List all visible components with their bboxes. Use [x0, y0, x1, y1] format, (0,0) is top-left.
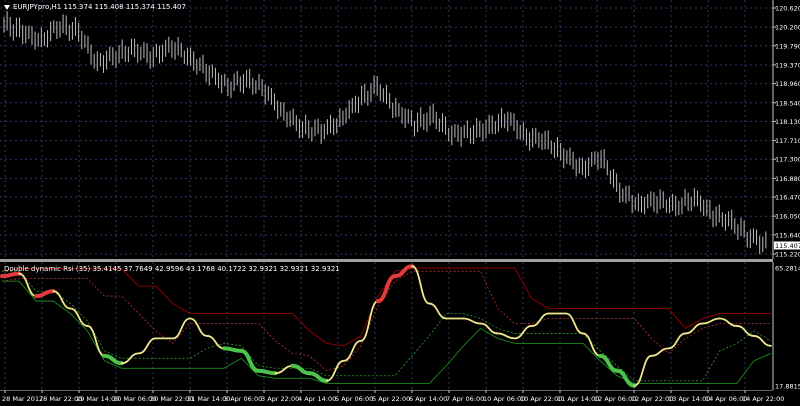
indicator-name: Double dynamic Rsi (35)	[4, 265, 91, 273]
price-tick-label: 118.540	[775, 99, 800, 107]
indicator-line-segment	[307, 371, 329, 383]
indicator-value: 32.9321	[279, 265, 309, 273]
price-chart-canvas[interactable]: 120.620 120.200 119.790 119.370 118.960 118.5…	[0, 0, 800, 259]
indicator-line-segment	[189, 317, 208, 337]
indicator-line-segment	[393, 264, 415, 279]
indicator-line-segment	[753, 335, 772, 347]
indicator-line-segment	[86, 325, 106, 357]
time-axis-label: 6 Apr 14:00	[409, 395, 447, 403]
indicator-band-line	[2, 280, 772, 384]
indicator-line-segment	[462, 317, 482, 325]
indicator-line-segment	[52, 290, 72, 310]
indicator-tick-label: 65.2814	[775, 265, 800, 273]
indicator-value: 40.1722	[217, 265, 247, 273]
indicator-line-segment	[530, 312, 550, 327]
price-tick-label: 116.880	[775, 175, 800, 183]
ohlc-high: 115.408	[94, 3, 124, 11]
price-tick-label: 120.200	[775, 24, 800, 32]
indicator-line-segment	[667, 332, 687, 350]
indicator-line-segment	[684, 322, 704, 335]
time-axis-label: 4 Apr 14:00	[298, 395, 336, 403]
price-tick-label: 116.050	[775, 213, 800, 221]
price-chart[interactable]: 120.620 120.200 119.790 119.370 118.960 118.5…	[0, 0, 800, 259]
ohlc-open: 115.374	[63, 3, 93, 11]
indicator-value: 43.1768	[186, 265, 215, 273]
indicator-chart-canvas[interactable]: 65.2814 17.8815	[0, 262, 800, 391]
indicator-value: 32.9321	[310, 265, 340, 273]
indicator-line-segment	[171, 317, 191, 340]
indicator-value: 42.9596	[154, 265, 184, 273]
indicator-value: 35.4145	[92, 265, 122, 273]
indicator-line-segment	[34, 289, 56, 299]
ohlc-low: 115.374	[125, 3, 155, 11]
price-tick-label: 115.220	[775, 251, 800, 259]
indicator-line-segment	[428, 302, 448, 320]
time-axis-label: 28 Mar 2017	[2, 395, 43, 403]
time-axis-label: 14 Apr 22:00	[742, 395, 784, 403]
indicator-line-segment	[615, 368, 637, 388]
indicator-line-segment	[0, 271, 22, 279]
indicator-chart[interactable]: 65.2814 17.8815 Double dynamic Rsi (35) 3…	[0, 262, 800, 391]
price-tick-label: 117.300	[775, 156, 800, 164]
price-tick-label: 118.960	[775, 80, 800, 88]
price-tick-label: 119.790	[775, 42, 800, 50]
indicator-value: 37.7649	[123, 265, 153, 273]
price-tick-label: 120.620	[775, 5, 800, 13]
indicator-value: 32.9321	[248, 265, 278, 273]
indicator-line-segment	[206, 335, 226, 350]
dropdown-triangle-icon[interactable]	[4, 4, 10, 10]
indicator-line-segment	[701, 317, 721, 325]
indicator-line-segment	[137, 337, 157, 355]
indicator-line-segment	[256, 368, 278, 376]
indicator-line-segment	[222, 346, 244, 353]
indicator-line-segment	[274, 364, 294, 375]
price-tick-label: 119.370	[775, 61, 800, 69]
time-axis-label: 7 Apr 06:00	[446, 395, 484, 403]
price-tick-label: 116.470	[775, 194, 800, 202]
indicator-line-segment	[411, 265, 431, 305]
indicator-line-segment	[633, 354, 653, 387]
indicator-band-line	[1, 267, 771, 347]
price-tick-label: 118.130	[775, 118, 800, 126]
indicator-line-segment	[565, 312, 584, 335]
time-axis-label: 5 Apr 06:00	[335, 395, 373, 403]
indicator-line-segment	[325, 359, 345, 382]
time-axis-label: 3 Apr 06:00	[224, 395, 262, 403]
indicator-line-segment	[342, 339, 362, 362]
time-axis-label: 3 Apr 22:00	[261, 395, 299, 403]
indicator-line-segment	[718, 317, 738, 327]
symbol-label: EURJPYpro,H1	[13, 3, 62, 11]
indicator-line-segment	[496, 332, 516, 340]
time-axis: 28 Mar 201728 Mar 22:0029 Mar 14:0030 Ma…	[0, 390, 784, 403]
current-price-label: 115.407	[775, 242, 800, 250]
time-axis-label: 5 Apr 22:00	[372, 395, 410, 403]
price-chart-header: EURJPYpro,H1 115.374 115.408 115.374 115…	[4, 3, 186, 11]
indicator-line-segment	[18, 272, 38, 297]
indicator-header: Double dynamic Rsi (35) 35.4145 37.7649 …	[4, 265, 340, 273]
price-tick-label: 115.640	[775, 231, 800, 239]
price-tick-label: 117.710	[775, 137, 800, 145]
indicator-tick-label: 17.8815	[775, 383, 800, 391]
indicator-line-segment	[375, 274, 398, 304]
ohlc-close: 115.407	[157, 3, 186, 11]
indicator-line-segment	[479, 322, 499, 335]
indicator-line-segment	[650, 347, 670, 357]
